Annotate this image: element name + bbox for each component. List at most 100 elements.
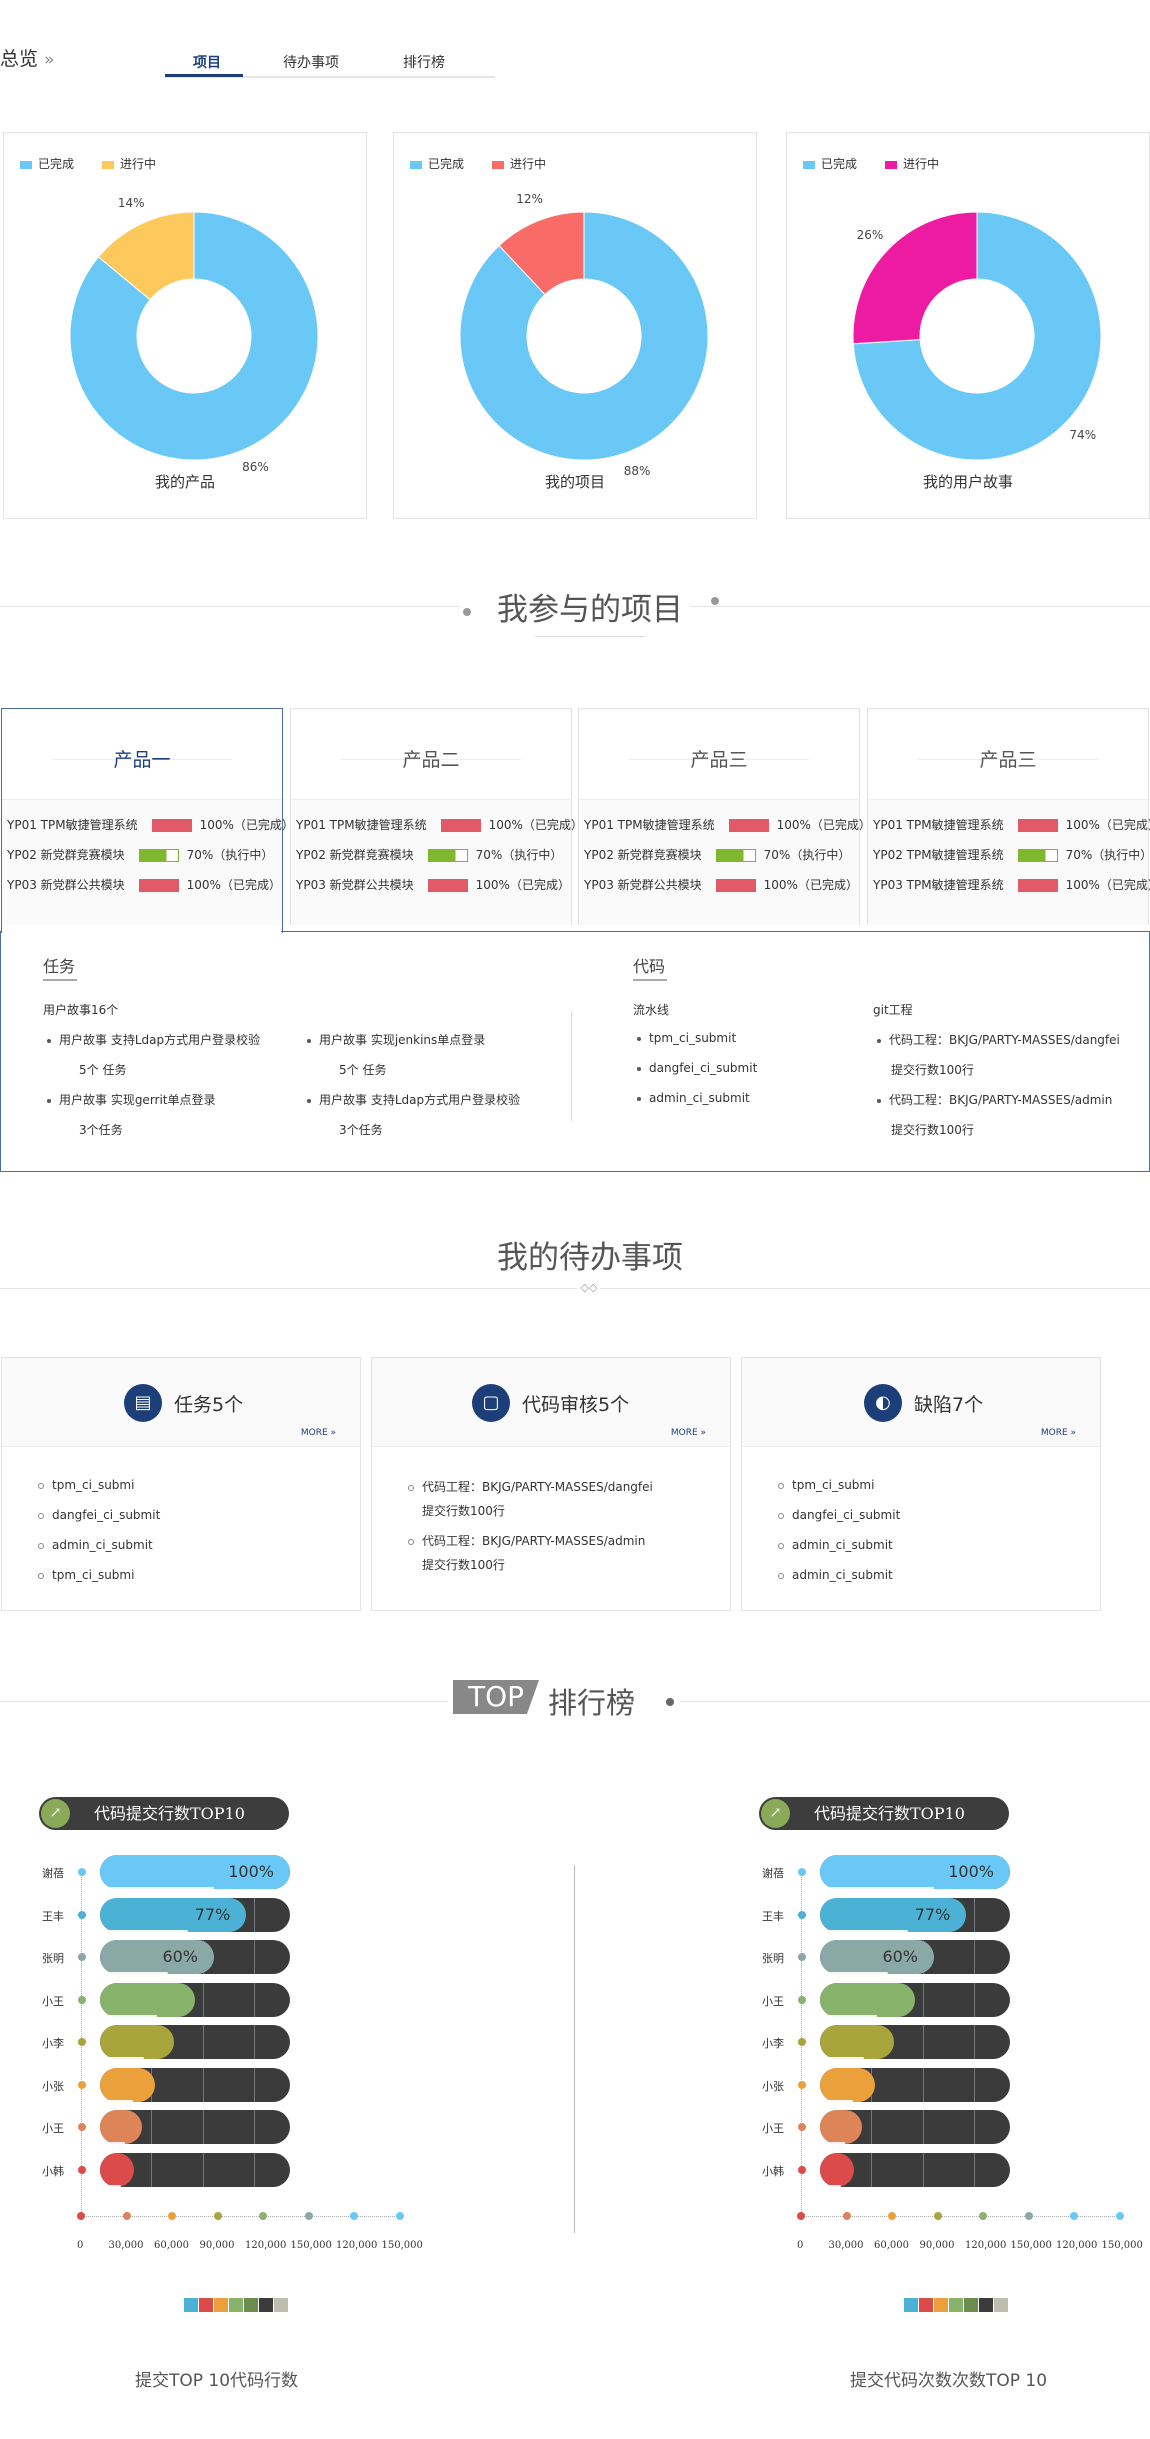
axis-dot: [798, 1910, 806, 1919]
gridline: [202, 2110, 204, 2144]
project-name: YP01 TPM敏捷管理系统: [584, 818, 715, 832]
heading-underline: [633, 979, 667, 981]
pie-title: 我的项目: [544, 473, 605, 491]
code-review-icon: ▢: [472, 1384, 510, 1422]
x-tick-label: 60,000: [154, 2240, 189, 2251]
legend-swatch: [199, 2298, 213, 2312]
legend-swatch: [994, 2298, 1008, 2312]
category-label: 谢蓓: [42, 1867, 64, 1880]
bar-shine: [820, 2142, 846, 2144]
bar[interactable]: [100, 2025, 175, 2059]
todo-item-text: 代码工程：BKJG/PARTY-MASSES/dangfei: [422, 1480, 653, 1494]
category-label: 小王: [42, 1994, 64, 2008]
x-tick-dot: [888, 2212, 896, 2220]
bar[interactable]: [820, 2110, 862, 2144]
code-heading: 代码: [633, 957, 666, 976]
section-title-todos: 我的待办事项: [497, 1240, 683, 1276]
legend-swatch: [964, 2298, 978, 2312]
x-tick-label: 120,000: [245, 2240, 287, 2251]
top-badge: TOP: [453, 1680, 539, 1714]
chart-title: ↗ 代码提交行数TOP10: [759, 1797, 1009, 1830]
x-tick-dot: [1070, 2212, 1078, 2220]
gridline: [253, 1940, 255, 1974]
legend-swatch: [919, 2298, 933, 2312]
bar-shine: [100, 2184, 121, 2187]
gridline: [871, 2152, 873, 2187]
bar[interactable]: [820, 2025, 895, 2059]
x-tick-label: 30,000: [828, 2240, 864, 2251]
bar-shine: [820, 1972, 889, 1974]
todo-title: 代码审核5个: [522, 1394, 630, 1416]
bar[interactable]: [820, 1982, 915, 2017]
x-tick-dot: [350, 2212, 358, 2220]
dot-icon: [463, 608, 471, 616]
gridline: [253, 2152, 255, 2187]
x-tick-dot: [77, 2212, 85, 2220]
gridline: [202, 2025, 204, 2059]
diamond-ornament-icon: ◇◇: [578, 1281, 600, 1295]
chart-footer-title: 提交TOP 10代码行数: [135, 2371, 299, 2391]
section-title-ranking: 排行榜: [548, 1686, 636, 1720]
x-tick-label: 150,000: [1010, 2240, 1052, 2251]
pipeline-heading: 流水线: [633, 1003, 670, 1017]
bar[interactable]: [820, 2152, 855, 2187]
gridline: [973, 1897, 975, 1932]
category-label: 小韩: [762, 2164, 784, 2178]
progress-status: （已完成）: [522, 818, 583, 832]
bar[interactable]: [100, 2067, 156, 2102]
x-tick-label: 90,000: [919, 2240, 955, 2251]
x-tick-label: 120,000: [965, 2240, 1007, 2251]
bar[interactable]: [100, 2152, 135, 2187]
x-tick-dot: [842, 2212, 851, 2220]
bar-value-label: 100%: [948, 1862, 994, 1881]
todo-item-text: 提交行数100行: [422, 1558, 505, 1572]
legend-swatch: [229, 2298, 243, 2312]
category-label: 小李: [42, 2037, 64, 2050]
todo-item[interactable]: 代码工程：BKJG/PARTY-MASSES/admin: [408, 1532, 645, 1549]
bar-shine: [100, 1972, 169, 1974]
bar[interactable]: [100, 1982, 195, 2017]
gridline: [973, 2067, 975, 2102]
x-tick-dot: [1115, 2212, 1124, 2220]
bar-shine: [100, 2057, 145, 2059]
more-link[interactable]: MORE »: [671, 1428, 706, 1438]
divider: [574, 1865, 575, 2233]
bar[interactable]: [100, 2110, 142, 2144]
chart-footer-title: 提交代码次数次数TOP 10: [850, 2371, 1048, 2391]
x-tick-label: 90,000: [199, 2240, 235, 2251]
legend-swatch: [259, 2298, 273, 2312]
x-tick-dot: [213, 2212, 222, 2220]
category-label: 小王: [42, 2122, 64, 2135]
gridline: [253, 1982, 255, 2017]
bar-value-label: 60%: [882, 1947, 918, 1966]
progress-bar: [427, 879, 468, 892]
axis-dot: [78, 2123, 86, 2131]
line-chart-icon: ↗: [761, 1799, 790, 1828]
gridline: [151, 2152, 153, 2187]
x-tick-label: 120,000: [336, 2240, 378, 2251]
gridline: [922, 2067, 924, 2102]
axis-dot: [798, 1995, 806, 2004]
todo-item[interactable]: 代码工程：BKJG/PARTY-MASSES/dangfei: [408, 1478, 653, 1495]
progress-status: （执行中）: [502, 848, 563, 862]
section-title-projects: 我参与的项目: [497, 592, 683, 628]
pie-card: 已完成 进行中 88% 12% 我的项目: [393, 132, 757, 519]
x-tick-label: 30,000: [108, 2240, 144, 2251]
legend-swatch: [979, 2298, 993, 2312]
axis-dot: [78, 1868, 86, 1876]
bar-shine: [820, 1887, 934, 1889]
axis-dot: [798, 1868, 806, 1876]
progress-status: （已完成）: [509, 878, 570, 892]
x-tick-label: 60,000: [874, 2240, 909, 2251]
gridline: [151, 2110, 153, 2144]
chart-title-text: 代码提交行数TOP10: [814, 1804, 965, 1823]
x-tick-dot: [122, 2212, 131, 2220]
bar[interactable]: [820, 2067, 876, 2102]
x-tick-dot: [979, 2212, 987, 2220]
x-tick-label: 150,000: [1101, 2240, 1143, 2251]
gridline: [871, 2110, 873, 2144]
gridline: [253, 1897, 255, 1932]
project-name: YP02 新党群竞赛模块: [584, 848, 702, 862]
category-label: 小王: [762, 2122, 784, 2135]
bar-shine: [100, 2014, 157, 2017]
